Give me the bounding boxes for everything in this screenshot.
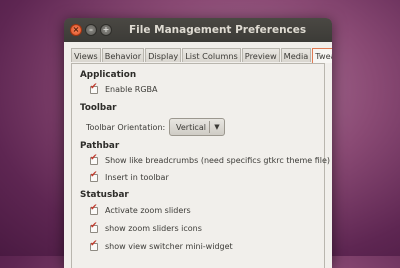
toolbar-orientation-select[interactable]: Vertical ▼: [169, 118, 225, 136]
tab-views[interactable]: Views: [71, 48, 101, 62]
section-pathbar-heading: Pathbar: [80, 141, 120, 151]
maximize-icon: +: [102, 25, 110, 34]
close-window-button[interactable]: ×: [70, 24, 82, 36]
chevron-down-icon: ▼: [214, 123, 220, 131]
insert-toolbar-row[interactable]: ✔ Insert in toolbar: [90, 169, 169, 182]
tab-behavior[interactable]: Behavior: [101, 48, 145, 62]
check-icon: ✔: [90, 152, 98, 163]
zoom-sliders-row[interactable]: ✔ Activate zoom sliders: [90, 202, 191, 215]
zoom-icons-row[interactable]: ✔ show zoom sliders icons: [90, 220, 202, 233]
section-statusbar-heading: Statusbar: [80, 190, 129, 200]
enable-rgba-checkbox[interactable]: ✔: [90, 81, 98, 94]
toolbar-orientation-value: Vertical: [176, 122, 206, 132]
check-icon: ✔: [90, 202, 98, 213]
tab-media[interactable]: Media: [280, 48, 312, 62]
check-icon: ✔: [90, 169, 98, 180]
view-switcher-checkbox[interactable]: ✔: [90, 238, 98, 251]
zoom-icons-checkbox[interactable]: ✔: [90, 220, 98, 233]
enable-rgba-row[interactable]: ✔ Enable RGBA: [90, 81, 158, 94]
window-title: File Management Preferences: [129, 24, 307, 36]
zoom-sliders-label: Activate zoom sliders: [105, 206, 191, 215]
view-switcher-row[interactable]: ✔ show view switcher mini-widget: [90, 238, 233, 251]
minimize-icon: –: [89, 25, 93, 34]
section-toolbar-heading: Toolbar: [80, 103, 117, 113]
breadcrumbs-row[interactable]: ✔ Show like breadcrumbs (need specifics …: [90, 152, 331, 165]
view-switcher-label: show view switcher mini-widget: [105, 242, 233, 251]
tab-bar: Views Behavior Display List Columns Prev…: [71, 48, 332, 63]
enable-rgba-label: Enable RGBA: [105, 85, 158, 94]
zoom-icons-label: show zoom sliders icons: [105, 224, 202, 233]
insert-toolbar-checkbox[interactable]: ✔: [90, 169, 98, 182]
breadcrumbs-label: Show like breadcrumbs (need specifics gt…: [105, 156, 331, 165]
check-icon: ✔: [90, 238, 98, 249]
tab-preview[interactable]: Preview: [241, 48, 280, 62]
preferences-window: × – + File Management Preferences Views …: [64, 18, 332, 268]
tab-display[interactable]: Display: [145, 48, 182, 62]
close-icon: ×: [72, 25, 80, 34]
check-icon: ✔: [90, 81, 98, 92]
maximize-window-button[interactable]: +: [100, 24, 112, 36]
zoom-sliders-checkbox[interactable]: ✔: [90, 202, 98, 215]
tweaks-panel: Application ✔ Enable RGBA Toolbar Toolba…: [71, 63, 330, 268]
minimize-window-button[interactable]: –: [85, 24, 97, 36]
check-icon: ✔: [90, 220, 98, 231]
toolbar-orientation-label: Toolbar Orientation:: [86, 123, 166, 132]
section-application-heading: Application: [80, 70, 137, 80]
breadcrumbs-checkbox[interactable]: ✔: [90, 152, 98, 165]
window-content: Views Behavior Display List Columns Prev…: [64, 42, 332, 268]
insert-toolbar-label: Insert in toolbar: [105, 173, 169, 182]
window-titlebar[interactable]: × – + File Management Preferences: [64, 18, 332, 42]
tab-list-columns[interactable]: List Columns: [182, 48, 241, 62]
tab-tweaks[interactable]: Tweaks: [312, 48, 332, 63]
